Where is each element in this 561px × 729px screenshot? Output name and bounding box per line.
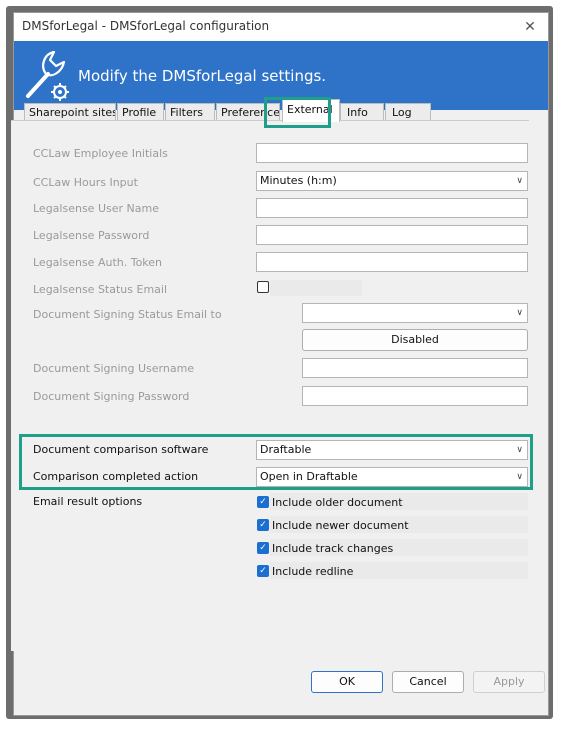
email-option-label: Include track changes <box>272 542 394 555</box>
disabled-button[interactable]: Disabled <box>302 329 528 351</box>
comparison-software-value: Draftable <box>260 443 312 456</box>
legalsense-status-checkbox[interactable] <box>257 281 269 293</box>
comparison-action-label: Comparison completed action <box>33 470 199 483</box>
tab-profile[interactable]: Profile <box>117 103 164 121</box>
apply-button[interactable]: Apply <box>473 671 545 693</box>
comparison-software-select[interactable]: Draftable ∨ <box>256 440 528 460</box>
header-banner: Modify the DMSforLegal settings. <box>14 41 548 110</box>
signing-password-input[interactable] <box>302 386 528 406</box>
legalsense-user-label: Legalsense User Name <box>33 202 159 215</box>
comparison-software-label: Document comparison software <box>33 443 209 456</box>
signing-email-label: Document Signing Status Email to <box>33 308 222 321</box>
cancel-button[interactable]: Cancel <box>392 671 464 693</box>
cclaw-initials-label: CCLaw Employee Initials <box>33 147 168 160</box>
legalsense-token-input[interactable] <box>256 252 528 272</box>
legalsense-user-input[interactable] <box>256 198 528 218</box>
checkmark-icon[interactable]: ✓ <box>257 542 269 554</box>
legalsense-status-row <box>270 280 362 296</box>
tab-log[interactable]: Log <box>385 103 431 121</box>
chevron-down-icon: ∨ <box>516 176 523 186</box>
checkmark-icon[interactable]: ✓ <box>257 565 269 577</box>
chevron-down-icon: ∨ <box>516 308 523 318</box>
legalsense-status-label: Legalsense Status Email <box>33 283 168 296</box>
signing-email-select[interactable]: ∨ <box>302 303 528 323</box>
email-option-label: Include redline <box>272 565 354 578</box>
window-title: DMSforLegal - DMSforLegal configuration <box>22 19 270 33</box>
checkmark-icon[interactable]: ✓ <box>257 519 269 531</box>
cclaw-hours-label: CCLaw Hours Input <box>33 176 138 189</box>
ok-button[interactable]: OK <box>311 671 383 693</box>
signing-password-label: Document Signing Password <box>33 390 190 403</box>
tab-preferences[interactable]: Preferences <box>216 103 280 121</box>
email-options-label: Email result options <box>33 495 143 508</box>
close-icon[interactable]: ✕ <box>518 15 542 39</box>
legalsense-token-label: Legalsense Auth. Token <box>33 256 163 269</box>
legalsense-password-label: Legalsense Password <box>33 229 150 242</box>
checkmark-icon[interactable]: ✓ <box>257 496 269 508</box>
chevron-down-icon: ∨ <box>516 472 523 482</box>
tab-external[interactable]: External <box>282 99 340 122</box>
cclaw-hours-select[interactable]: Minutes (h:m) ∨ <box>256 171 528 191</box>
email-option-label: Include older document <box>272 496 403 509</box>
tab-info[interactable]: Info <box>340 103 384 121</box>
title-bar: DMSforLegal - DMSforLegal configuration … <box>14 13 548 41</box>
cclaw-hours-value: Minutes (h:m) <box>260 174 337 187</box>
legalsense-password-input[interactable] <box>256 225 528 245</box>
comparison-action-value: Open in Draftable <box>260 470 358 483</box>
cclaw-initials-input[interactable] <box>256 143 528 163</box>
tab-filters[interactable]: Filters <box>165 103 215 121</box>
banner-title: Modify the DMSforLegal settings. <box>78 67 327 85</box>
wrench-gear-icon <box>26 50 69 101</box>
comparison-action-select[interactable]: Open in Draftable ∨ <box>256 467 528 487</box>
chevron-down-icon: ∨ <box>516 445 523 455</box>
email-option-label: Include newer document <box>272 519 409 532</box>
signing-username-label: Document Signing Username <box>33 362 195 375</box>
tab-sharepoint-sites[interactable]: Sharepoint sites <box>24 103 116 121</box>
signing-username-input[interactable] <box>302 358 528 378</box>
